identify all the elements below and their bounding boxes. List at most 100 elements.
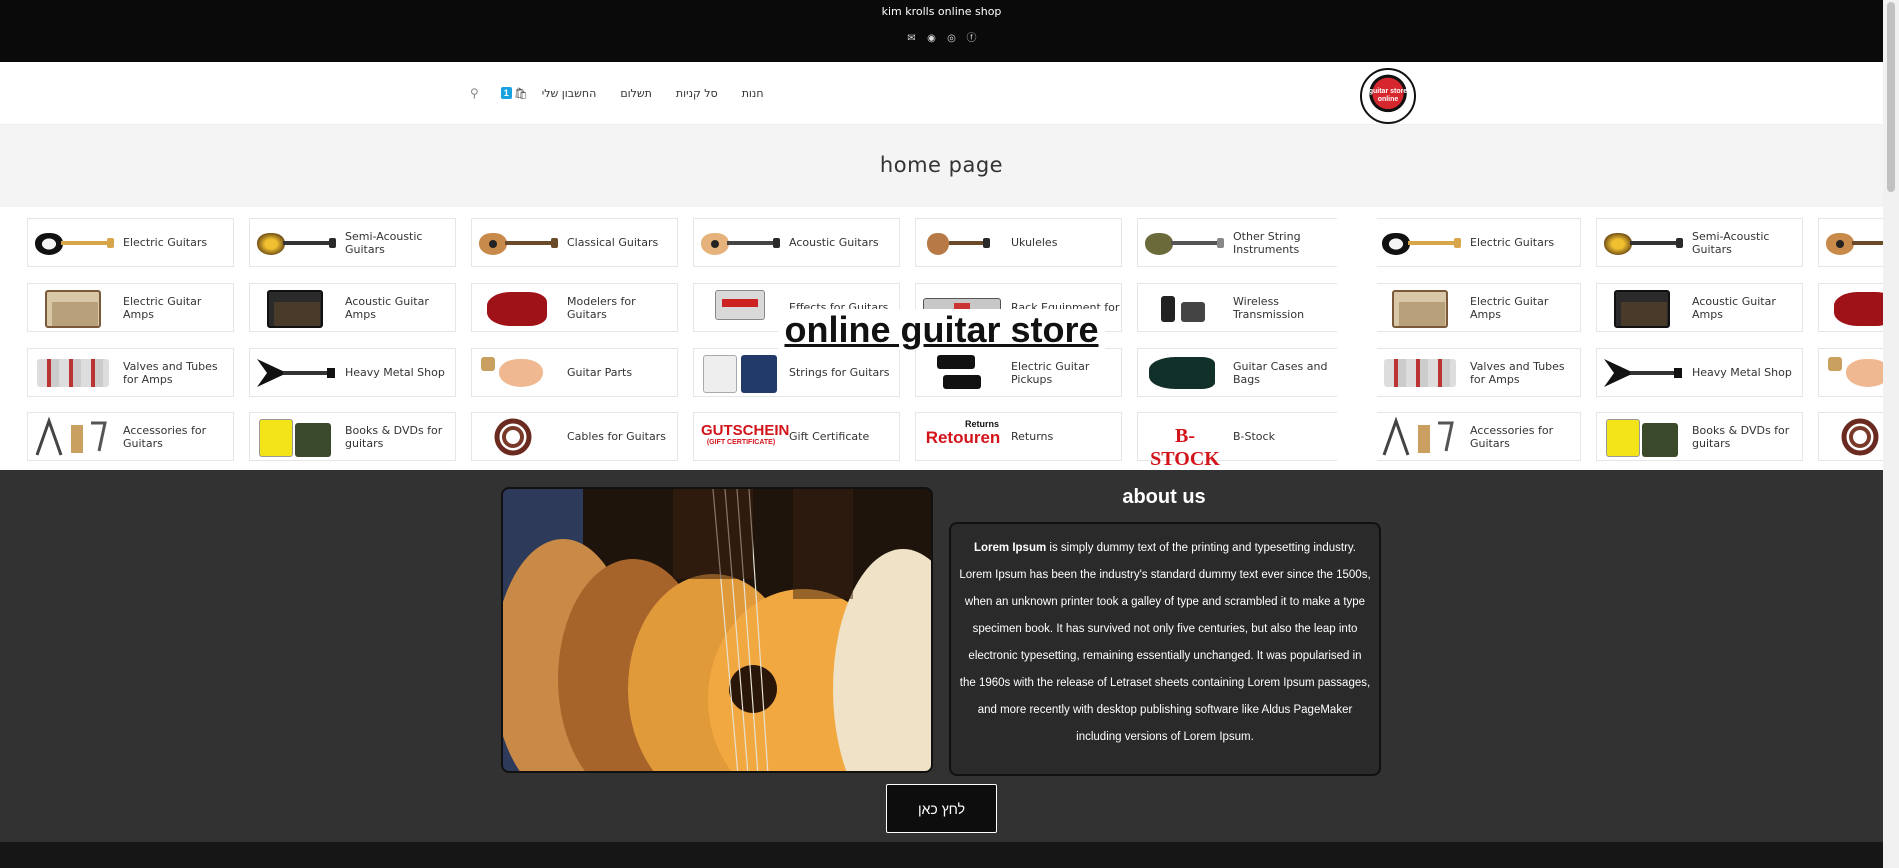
top-bar: kim krolls online shop ✉ ◉ ◎ ⓕ bbox=[0, 0, 1899, 62]
cart-button[interactable]: 1 🛍 bbox=[500, 87, 528, 100]
category-thumbnail bbox=[1141, 351, 1225, 395]
about-text-box: Lorem Ipsum is simply dummy text of the … bbox=[949, 522, 1381, 776]
shop-name: kim krolls online shop bbox=[881, 5, 1002, 18]
category-card[interactable]: Guitar Parts bbox=[1818, 348, 1883, 397]
category-card[interactable]: Semi-Acoustic Guitars bbox=[1596, 218, 1803, 267]
facebook-icon[interactable]: ⓕ bbox=[966, 33, 978, 45]
category-thumbnail bbox=[1822, 221, 1883, 265]
category-card[interactable]: Electric Guitar Pickups bbox=[915, 348, 1122, 397]
site-logo[interactable]: guitar store online bbox=[1360, 68, 1416, 124]
category-thumbnail bbox=[1822, 351, 1883, 395]
category-thumbnail bbox=[697, 221, 781, 265]
category-card[interactable]: Classical Guitars bbox=[1818, 218, 1883, 267]
category-thumbnail: GUTSCHEIN (GIFT CERTIFICATE) bbox=[701, 421, 790, 446]
category-card[interactable]: Heavy Metal Shop bbox=[249, 348, 456, 397]
category-thumbnail bbox=[697, 351, 781, 395]
category-thumbnail bbox=[1822, 415, 1883, 459]
category-thumbnail bbox=[1600, 415, 1684, 459]
category-label: Semi-Acoustic Guitars bbox=[345, 229, 423, 256]
store-title-wrap: online guitar store bbox=[0, 309, 1883, 351]
category-card[interactable]: Accessories for Guitars bbox=[27, 412, 234, 461]
shopping-bag-icon: 🛍 bbox=[513, 87, 528, 100]
page-scrollbar[interactable] bbox=[1883, 0, 1899, 868]
click-here-button[interactable]: לחץ כאן bbox=[886, 784, 997, 833]
category-label: Electric Guitar Pickups bbox=[1011, 359, 1090, 386]
category-label: Valves and Tubes for Amps bbox=[1470, 359, 1565, 386]
category-card[interactable]: Guitar Cases and Bags bbox=[1137, 348, 1344, 397]
nav-my-account[interactable]: החשבון שלי bbox=[542, 87, 597, 100]
category-label: Classical Guitars bbox=[567, 236, 659, 249]
nav-shop[interactable]: חנות bbox=[742, 87, 764, 100]
category-card[interactable]: GUTSCHEIN (GIFT CERTIFICATE) Gift Certific… bbox=[693, 412, 900, 461]
category-card[interactable]: Classical Guitars bbox=[471, 218, 678, 267]
category-thumbnail bbox=[919, 351, 1003, 395]
category-thumbnail bbox=[1600, 221, 1684, 265]
mail-icon[interactable]: ✉ bbox=[906, 33, 918, 45]
category-card[interactable]: Books & DVDs for guitars bbox=[1596, 412, 1803, 461]
site-header: ⚲ 1 🛍 החשבון שלי תשלום סל קניות חנות gui… bbox=[0, 62, 1883, 125]
nav-checkout[interactable]: תשלום bbox=[620, 87, 652, 100]
category-thumbnail bbox=[253, 415, 337, 459]
about-section: about us Lorem Ipsum is simply dummy tex… bbox=[0, 470, 1883, 842]
category-thumbnail bbox=[1378, 415, 1462, 459]
category-card[interactable]: Valves and Tubes for Amps bbox=[1374, 348, 1581, 397]
category-thumbnail bbox=[475, 221, 559, 265]
category-card[interactable]: B-STOCK B-Stock bbox=[1137, 412, 1344, 470]
category-thumbnail bbox=[475, 415, 559, 459]
category-card[interactable]: Other String Instruments bbox=[1137, 218, 1344, 267]
about-text-bold: Lorem Ipsum bbox=[973, 542, 1047, 554]
category-label: Valves and Tubes for Amps bbox=[123, 359, 218, 386]
instagram-icon[interactable]: ◎ bbox=[946, 33, 958, 45]
category-card[interactable]: Semi-Acoustic Guitars bbox=[249, 218, 456, 267]
category-card[interactable]: Valves and Tubes for Amps bbox=[27, 348, 234, 397]
category-label: Accessories for Guitars bbox=[123, 423, 207, 450]
guitars-photo bbox=[501, 487, 933, 773]
category-label: Semi-Acoustic Guitars bbox=[1692, 229, 1770, 256]
discord-icon[interactable]: ◉ bbox=[926, 33, 938, 45]
about-heading: about us bbox=[1122, 486, 1206, 508]
category-label: Strings for Guitars bbox=[789, 366, 890, 379]
category-thumbnail bbox=[1378, 351, 1462, 395]
category-label: Heavy Metal Shop bbox=[345, 366, 445, 379]
category-card[interactable]: Strings for Guitars bbox=[693, 348, 900, 397]
category-thumbnail bbox=[31, 351, 115, 395]
category-label: Accessories for Guitars bbox=[1470, 423, 1554, 450]
scrollbar-thumb[interactable] bbox=[1887, 2, 1895, 192]
nav-cart[interactable]: סל קניות bbox=[676, 87, 718, 100]
category-thumbnail: Returns Retouren bbox=[925, 418, 1001, 447]
logo-text: guitar store online bbox=[1368, 88, 1408, 103]
category-label: Cables for Guitars bbox=[567, 430, 666, 443]
category-card[interactable]: Guitar Parts bbox=[471, 348, 678, 397]
category-label: Heavy Metal Shop bbox=[1692, 366, 1792, 379]
category-card[interactable]: Ukuleles bbox=[915, 218, 1122, 267]
category-label: Books & DVDs for guitars bbox=[345, 423, 443, 450]
category-label: B-Stock bbox=[1233, 430, 1275, 443]
category-thumbnail bbox=[1141, 221, 1225, 265]
category-label: Gift Certificate bbox=[789, 430, 870, 443]
category-thumbnail bbox=[253, 221, 337, 265]
store-title: online guitar store bbox=[778, 309, 1105, 350]
category-card[interactable]: Accessories for Guitars bbox=[1374, 412, 1581, 461]
category-card[interactable]: Heavy Metal Shop bbox=[1596, 348, 1803, 397]
page-title-band: home page bbox=[0, 125, 1883, 207]
category-thumbnail bbox=[253, 351, 337, 395]
category-card[interactable]: Books & DVDs for guitars bbox=[249, 412, 456, 461]
category-thumbnail bbox=[31, 415, 115, 459]
category-label: Guitar Cases and Bags bbox=[1233, 359, 1328, 386]
category-card[interactable]: Returns Retouren Returns bbox=[915, 412, 1122, 461]
category-label: Books & DVDs for guitars bbox=[1692, 423, 1790, 450]
social-links: ✉ ◉ ◎ ⓕ bbox=[0, 33, 1883, 45]
category-label: Returns bbox=[1011, 430, 1054, 443]
category-card[interactable]: Cables for Guitars bbox=[1818, 412, 1883, 461]
category-card[interactable]: Electric Guitars bbox=[27, 218, 234, 267]
category-card[interactable]: Acoustic Guitars bbox=[693, 218, 900, 267]
page-title: home page bbox=[879, 153, 1004, 177]
category-card[interactable]: Electric Guitars bbox=[1374, 218, 1581, 267]
category-thumbnail bbox=[919, 221, 1003, 265]
category-thumbnail: B-STOCK bbox=[1150, 424, 1220, 470]
category-thumbnail bbox=[475, 351, 559, 395]
category-label: Electric Guitars bbox=[1470, 236, 1555, 249]
search-icon[interactable]: ⚲ bbox=[470, 86, 479, 100]
category-label: Other String Instruments bbox=[1233, 229, 1301, 256]
category-card[interactable]: Cables for Guitars bbox=[471, 412, 678, 461]
